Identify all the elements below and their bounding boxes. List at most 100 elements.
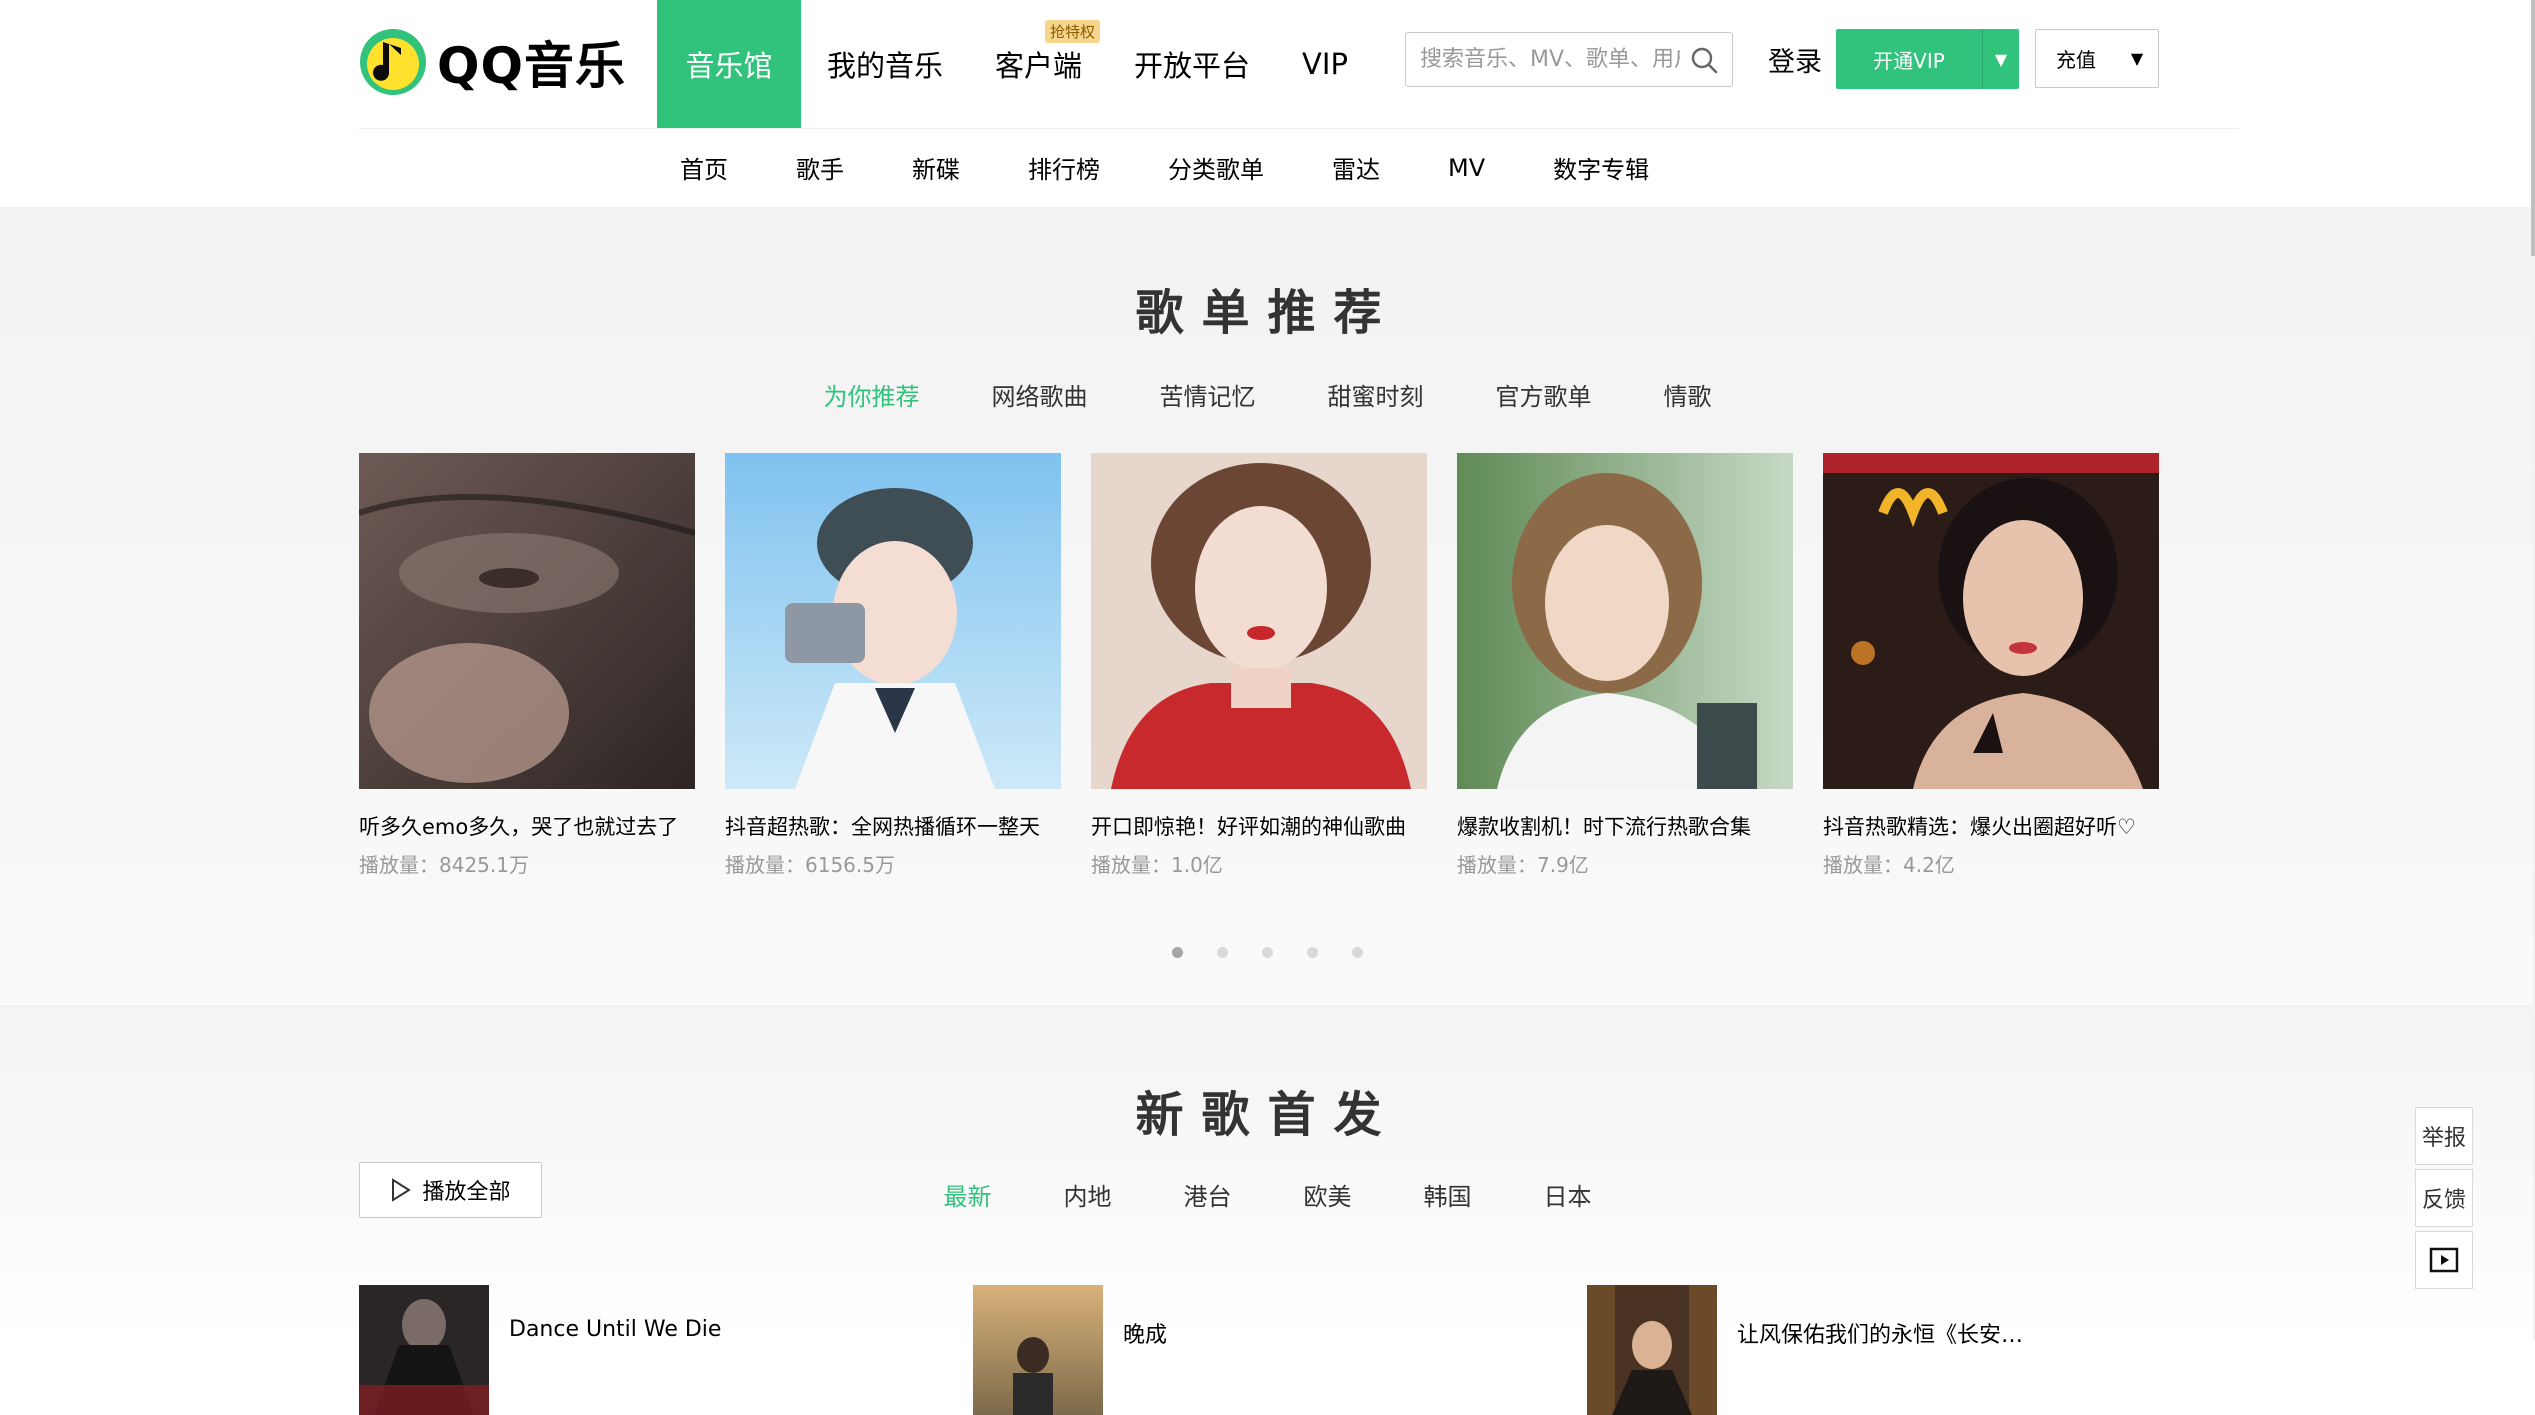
subnav-digital-albums[interactable]: 数字专辑 xyxy=(1553,150,1649,185)
tab-mainland[interactable]: 内地 xyxy=(1064,1177,1112,1212)
new-songs-list: Dance Until We Die 晚成 让风保佑我们的永恒《长安二... xyxy=(359,1285,2201,1415)
playlist-cover[interactable] xyxy=(359,453,695,789)
nav-item-music-hall[interactable]: 音乐馆 xyxy=(657,0,801,128)
main-nav: 音乐馆 我的音乐 客户端 抢特权 开放平台 VIP xyxy=(657,0,1374,128)
tab-official-playlists[interactable]: 官方歌单 xyxy=(1496,377,1592,412)
play-count: 播放量：4.2亿 xyxy=(1823,853,1955,877)
subnav-singers[interactable]: 歌手 xyxy=(796,150,844,185)
open-vip-button[interactable]: 开通VIP ▼ xyxy=(1836,29,2019,89)
list-item[interactable]: Dance Until We Die xyxy=(359,1285,973,1415)
recharge-label: 充值 xyxy=(2056,48,2096,72)
nav-item-vip[interactable]: VIP xyxy=(1276,0,1374,128)
cover-image xyxy=(973,1285,1103,1415)
playlist-card: 开口即惊艳！好评如潮的神仙歌曲 播放量：1.0亿 xyxy=(1091,453,1427,878)
carousel-dot[interactable] xyxy=(1352,947,1363,958)
subnav-radar[interactable]: 雷达 xyxy=(1332,150,1380,185)
playlist-title[interactable]: 抖音热歌精选：爆火出圈超好听♡ xyxy=(1823,811,2159,841)
new-songs-section: 新歌首发 播放全部 最新 内地 港台 欧美 韩国 日本 Dance Until … xyxy=(0,1005,2535,1415)
carousel-dot[interactable] xyxy=(1262,947,1273,958)
tab-love-songs[interactable]: 情歌 xyxy=(1664,377,1712,412)
caret-down-icon[interactable]: ▼ xyxy=(2116,49,2158,68)
side-widgets: 举报 反馈 xyxy=(2415,1107,2473,1293)
play-count: 播放量：1.0亿 xyxy=(1091,853,1223,877)
playlist-title[interactable]: 开口即惊艳！好评如潮的神仙歌曲 xyxy=(1091,811,1427,841)
subnav-new-albums[interactable]: 新碟 xyxy=(912,150,960,185)
section-title: 歌单推荐 xyxy=(1135,285,1400,341)
playlist-card: 抖音热歌精选：爆火出圈超好听♡ 播放量：4.2亿 xyxy=(1823,453,2159,878)
tab-sad-memories[interactable]: 苦情记忆 xyxy=(1160,377,1256,412)
list-item[interactable]: 晚成 xyxy=(973,1285,1587,1415)
song-title[interactable]: 晚成 xyxy=(1123,1317,1167,1349)
playlist-cards: 听多久emo多久，哭了也就过去了 播放量：8425.1万 抖音超热歌：全网热播循… xyxy=(359,453,2189,878)
mini-player-button[interactable] xyxy=(2415,1231,2473,1289)
tab-latest[interactable]: 最新 xyxy=(944,1177,992,1212)
playlist-cover[interactable] xyxy=(1457,453,1793,789)
song-cover[interactable] xyxy=(359,1285,489,1415)
playlist-tabs: 为你推荐 网络歌曲 苦情记忆 甜蜜时刻 官方歌单 情歌 xyxy=(0,377,2535,412)
song-cover[interactable] xyxy=(1587,1285,1717,1415)
play-count: 播放量：8425.1万 xyxy=(359,853,529,877)
tab-korea[interactable]: 韩国 xyxy=(1424,1177,1472,1212)
song-title[interactable]: 让风保佑我们的永恒《长安二... xyxy=(1737,1317,2037,1349)
playlist-cover[interactable] xyxy=(1091,453,1427,789)
carousel-dot[interactable] xyxy=(1217,947,1228,958)
subnav-categories[interactable]: 分类歌单 xyxy=(1168,150,1264,185)
cover-image xyxy=(1823,453,2159,789)
tab-hk-tw[interactable]: 港台 xyxy=(1184,1177,1232,1212)
playlist-card: 爆款收割机！时下流行热歌合集 播放量：7.9亿 xyxy=(1457,453,1793,878)
playlist-card: 听多久emo多久，哭了也就过去了 播放量：8425.1万 xyxy=(359,453,695,878)
video-play-icon xyxy=(2429,1247,2459,1273)
nav-item-open-platform[interactable]: 开放平台 xyxy=(1108,0,1276,128)
qq-music-logo-icon xyxy=(360,29,426,95)
play-count: 播放量：6156.5万 xyxy=(725,853,895,877)
privilege-badge: 抢特权 xyxy=(1045,20,1101,43)
feedback-button[interactable]: 反馈 xyxy=(2415,1169,2473,1227)
sub-nav: 首页 歌手 新碟 排行榜 分类歌单 雷达 MV 数字专辑 xyxy=(680,128,1717,207)
new-songs-tabs: 最新 内地 港台 欧美 韩国 日本 xyxy=(0,1177,2535,1212)
list-item[interactable]: 让风保佑我们的永恒《长安二... xyxy=(1587,1285,2201,1415)
nav-label: VIP xyxy=(1302,47,1348,81)
open-vip-label: 开通VIP xyxy=(1873,48,1945,73)
search-input[interactable] xyxy=(1420,33,1680,86)
report-button[interactable]: 举报 xyxy=(2415,1107,2473,1165)
nav-label: 音乐馆 xyxy=(685,49,773,83)
playlist-cover[interactable] xyxy=(1823,453,2159,789)
tab-japan[interactable]: 日本 xyxy=(1544,1177,1592,1212)
caret-down-icon[interactable]: ▼ xyxy=(1983,50,2019,69)
cover-image xyxy=(725,453,1061,789)
nav-label: 客户端 xyxy=(995,49,1083,83)
tab-recommended[interactable]: 为你推荐 xyxy=(824,377,920,412)
playlist-cover[interactable] xyxy=(725,453,1061,789)
nav-item-my-music[interactable]: 我的音乐 xyxy=(801,0,969,128)
playlist-card: 抖音超热歌：全网热播循环一整天 播放量：6156.5万 xyxy=(725,453,1061,878)
subnav-home[interactable]: 首页 xyxy=(680,150,728,185)
cover-image xyxy=(359,1285,489,1415)
nav-label: 我的音乐 xyxy=(827,49,944,83)
playlist-title[interactable]: 听多久emo多久，哭了也就过去了 xyxy=(359,811,695,841)
section-title: 新歌首发 xyxy=(1135,1087,1400,1143)
search-box xyxy=(1405,32,1733,87)
subnav-mv[interactable]: MV xyxy=(1448,154,1485,182)
carousel-pagination xyxy=(0,947,2535,958)
tab-western[interactable]: 欧美 xyxy=(1304,1177,1352,1212)
tab-sweet-moments[interactable]: 甜蜜时刻 xyxy=(1328,377,1424,412)
tab-internet-songs[interactable]: 网络歌曲 xyxy=(992,377,1088,412)
login-link[interactable]: 登录 xyxy=(1768,40,1822,79)
site-header: QQ音乐 音乐馆 我的音乐 客户端 抢特权 开放平台 VIP 登录 开通VIP … xyxy=(0,0,2535,207)
carousel-dot[interactable] xyxy=(1172,947,1183,958)
cover-image xyxy=(1091,453,1427,789)
nav-item-client[interactable]: 客户端 抢特权 xyxy=(969,0,1108,128)
carousel-dot[interactable] xyxy=(1307,947,1318,958)
cover-image xyxy=(1457,453,1793,789)
playlist-title[interactable]: 爆款收割机！时下流行热歌合集 xyxy=(1457,811,1793,841)
qq-music-logo[interactable]: QQ音乐 xyxy=(359,27,626,97)
logo-text: QQ音乐 xyxy=(437,37,627,95)
subnav-charts[interactable]: 排行榜 xyxy=(1028,150,1100,185)
playlist-title[interactable]: 抖音超热歌：全网热播循环一整天 xyxy=(725,811,1061,841)
scrollbar-thumb[interactable] xyxy=(2531,0,2535,256)
song-title[interactable]: Dance Until We Die xyxy=(509,1317,721,1342)
nav-label: 开放平台 xyxy=(1134,49,1251,83)
song-cover[interactable] xyxy=(973,1285,1103,1415)
recharge-button[interactable]: 充值 ▼ xyxy=(2035,29,2159,88)
search-icon[interactable] xyxy=(1690,46,1718,74)
